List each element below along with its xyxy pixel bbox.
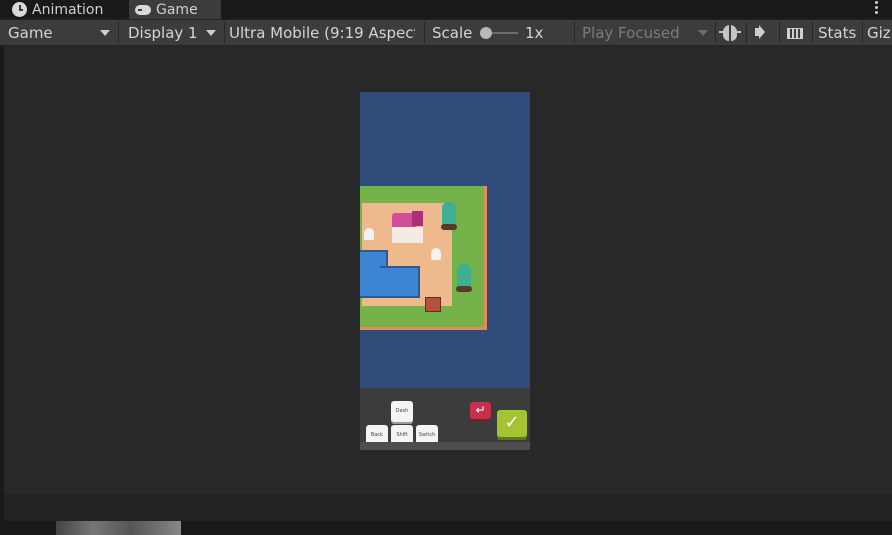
aspect-ratio-dropdown-label: Ultra Mobile (9:19 Aspect) xyxy=(229,24,415,42)
confirm-button[interactable]: ✓ xyxy=(497,410,527,437)
tab-bar: Animation Game xyxy=(0,0,892,19)
divider xyxy=(118,22,119,44)
checkmark-icon: ✓ xyxy=(504,412,520,433)
display-dropdown-label: Display 1 xyxy=(128,24,198,42)
dash-key[interactable]: Dash xyxy=(391,401,413,422)
divider xyxy=(424,22,425,44)
stats-button[interactable]: Stats xyxy=(812,20,862,46)
undo-arrow-icon: ↵ xyxy=(475,403,486,417)
gizmos-button[interactable]: Gizmos xyxy=(862,20,892,46)
ghost-character xyxy=(364,228,374,240)
divider xyxy=(715,22,716,44)
game-view-toolbar: Game Display 1 Ultra Mobile (9:19 Aspect… xyxy=(0,19,892,46)
scale-value: 1x xyxy=(525,24,544,42)
house-roof xyxy=(392,211,423,228)
status-strip xyxy=(4,494,892,521)
grass-tiles xyxy=(360,186,484,327)
divider xyxy=(574,22,575,44)
tree xyxy=(441,202,457,230)
undo-button[interactable]: ↵ xyxy=(470,402,491,419)
tab-game[interactable]: Game xyxy=(129,0,221,19)
scale-label: Scale xyxy=(432,24,473,42)
divider xyxy=(746,22,747,44)
aspect-ratio-dropdown[interactable]: Ultra Mobile (9:19 Aspect) xyxy=(223,20,421,46)
scale-slider-handle[interactable] xyxy=(480,27,492,39)
play-mode-dropdown-label: Play Focused xyxy=(582,24,680,42)
tab-animation-label: Animation xyxy=(32,1,104,18)
tab-game-label: Game xyxy=(156,1,198,18)
divider xyxy=(779,22,780,44)
tab-animation[interactable]: Animation xyxy=(6,0,126,19)
gizmos-button-label: Gizmos xyxy=(867,24,892,42)
bug-icon[interactable] xyxy=(719,25,741,41)
keyboard-icon[interactable] xyxy=(787,28,803,39)
play-mode-dropdown[interactable]: Play Focused xyxy=(576,20,714,46)
island xyxy=(360,186,487,330)
stats-button-label: Stats xyxy=(818,24,857,42)
clock-icon xyxy=(12,2,27,17)
asset-thumbnail xyxy=(56,521,181,535)
speaker-icon[interactable] xyxy=(755,28,760,36)
pond xyxy=(380,266,420,298)
crate xyxy=(425,297,441,312)
tree xyxy=(456,264,472,292)
more-options-icon[interactable] xyxy=(875,1,878,16)
ghost-character xyxy=(431,248,441,260)
gamepad-icon xyxy=(135,4,151,15)
panel-floor xyxy=(360,442,530,450)
on-screen-controls: Dash Back Shift Switch ↵ ✓ xyxy=(360,388,530,450)
game-viewport[interactable]: Dash Back Shift Switch ↵ ✓ xyxy=(360,92,530,450)
game-view-dropdown-label: Game xyxy=(8,24,53,42)
display-dropdown[interactable]: Display 1 xyxy=(122,20,222,46)
house xyxy=(392,227,423,243)
game-view-dropdown[interactable]: Game xyxy=(2,20,116,46)
